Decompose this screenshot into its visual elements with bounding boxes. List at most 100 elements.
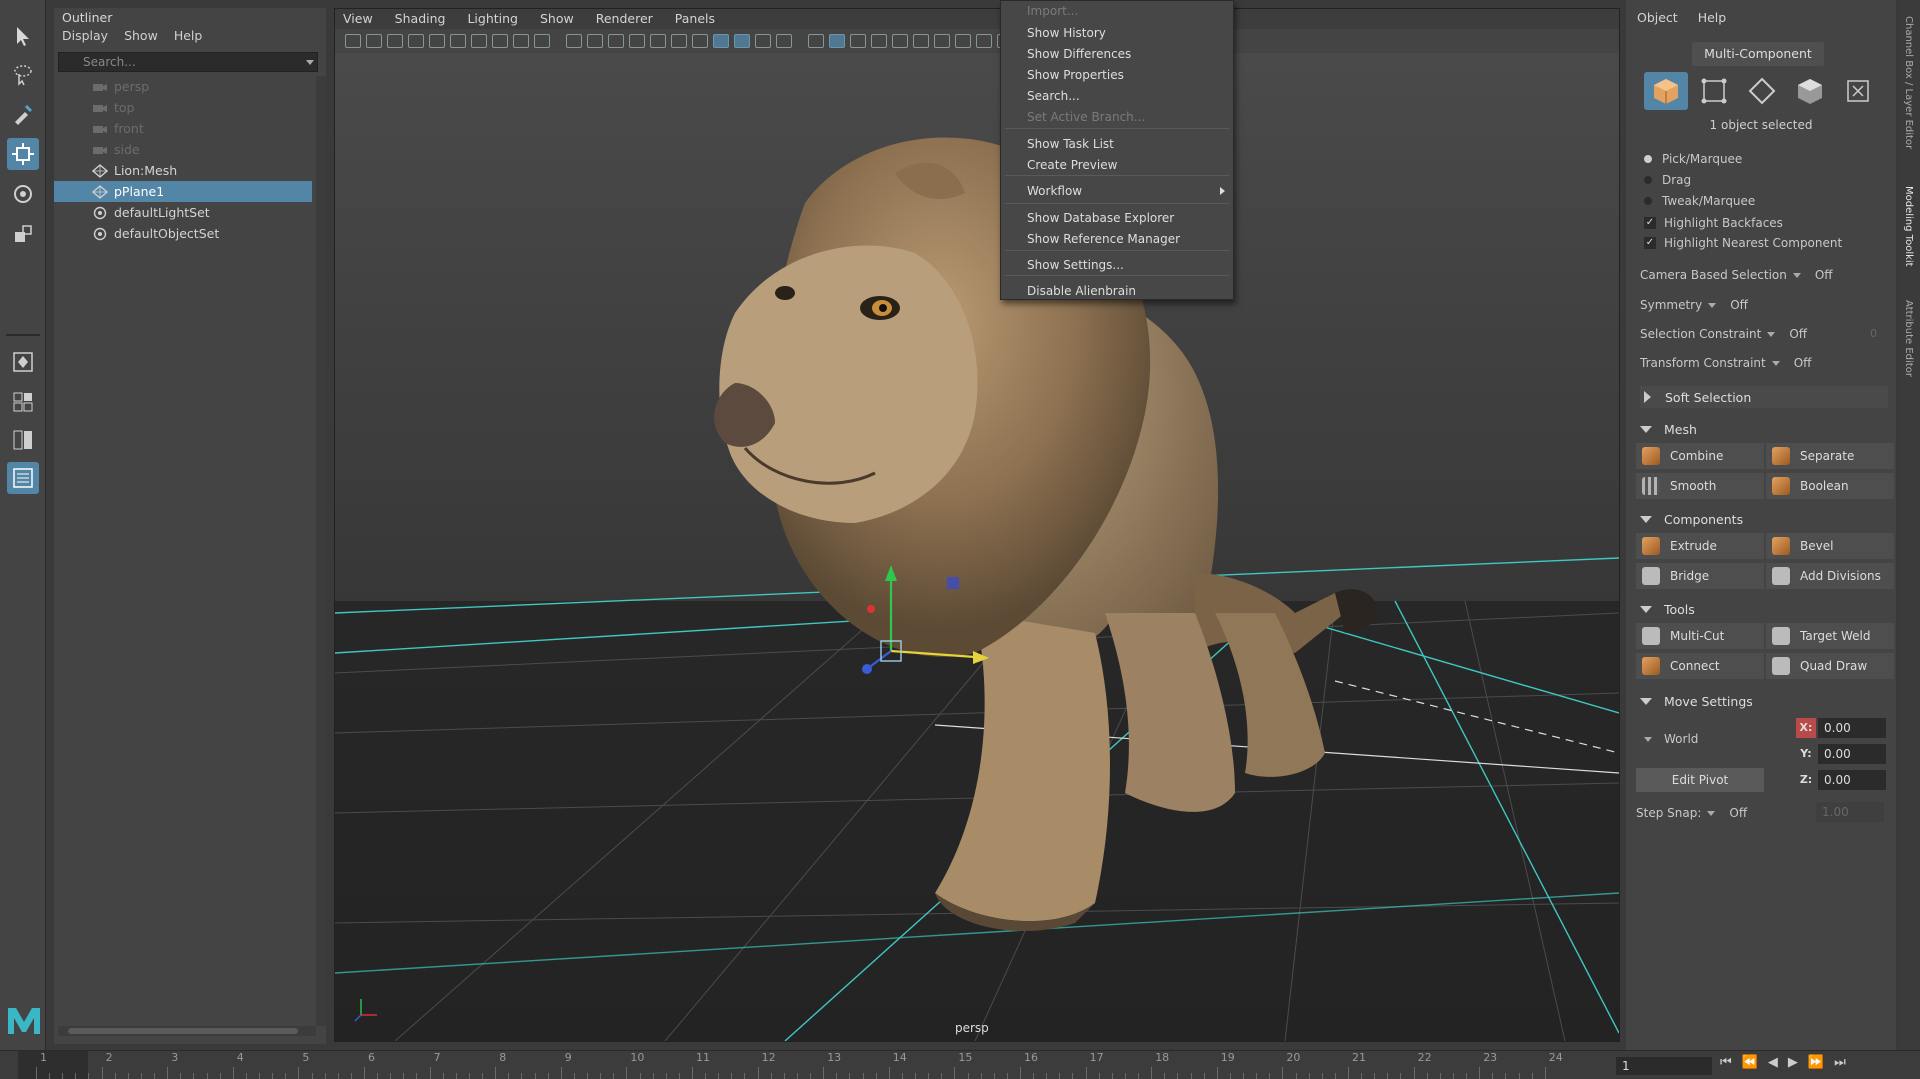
viewport-toolbar-icon[interactable] xyxy=(776,34,792,48)
outliner-item[interactable]: side xyxy=(54,139,312,160)
menu-item-show-properties[interactable]: Show Properties xyxy=(1001,65,1233,85)
viewport-panel[interactable]: View Shading Lighting Show Renderer Pane… xyxy=(334,8,1620,1042)
time-slider[interactable]: 1 2 3 4 5 6 7 8 9 10 11 12 13 14 15 16 17 18 19 20 21 22 23 24 … xyxy=(0,1050,1920,1079)
viewport-menu-lighting[interactable]: Lighting xyxy=(467,11,518,26)
viewport-menu-panels[interactable]: Panels xyxy=(675,11,715,26)
menu-item-show-history[interactable]: Show History xyxy=(1001,23,1233,43)
quad-draw-button[interactable]: Quad Draw xyxy=(1766,653,1894,679)
menu-item-show-database-explorer[interactable]: Show Database Explorer xyxy=(1001,208,1233,228)
rotate-tool-icon[interactable] xyxy=(7,178,39,210)
step-back-frame-icon[interactable]: ◀ xyxy=(1768,1055,1778,1070)
menu-item-search[interactable]: Search... xyxy=(1001,86,1233,106)
mesh-section[interactable]: Mesh xyxy=(1640,418,1888,440)
tweak-marquee-option[interactable]: Tweak/Marquee xyxy=(1644,192,1755,210)
menu-item-create-preview[interactable]: Create Preview xyxy=(1001,155,1233,175)
viewport-toolbar-icon[interactable] xyxy=(513,34,529,48)
move-tool-icon[interactable] xyxy=(7,138,39,170)
tab-attribute-editor[interactable]: Attribute Editor xyxy=(1903,300,1914,377)
radio-dot[interactable] xyxy=(1644,176,1652,184)
radio-dot[interactable] xyxy=(1644,155,1652,163)
radio-dot[interactable] xyxy=(1644,197,1652,205)
outliner-menu-display[interactable]: Display xyxy=(62,28,108,43)
viewport-toolbar-icon[interactable] xyxy=(829,34,845,48)
menu-item-show-differences[interactable]: Show Differences xyxy=(1001,44,1233,64)
z-value-field[interactable]: 0.00 xyxy=(1818,770,1886,790)
layout-two-icon[interactable] xyxy=(7,424,39,456)
viewport-toolbar-icon[interactable] xyxy=(534,34,550,48)
expand-arrow-icon[interactable] xyxy=(1644,391,1651,403)
menu-item-show-task-list[interactable]: Show Task List xyxy=(1001,134,1233,154)
chevron-down-icon[interactable] xyxy=(1792,272,1801,278)
collapse-arrow-icon[interactable] xyxy=(1640,425,1652,433)
separate-button[interactable]: Separate xyxy=(1766,443,1894,469)
go-to-end-icon[interactable]: ⏭ xyxy=(1834,1055,1846,1070)
extrude-button[interactable]: Extrude xyxy=(1636,533,1764,559)
checkmark-icon[interactable]: ✓ xyxy=(1644,237,1656,249)
constraint-value-field[interactable]: 0 xyxy=(1870,327,1877,340)
combine-button[interactable]: Combine xyxy=(1636,443,1764,469)
step-back-key-icon[interactable]: ⏪ xyxy=(1742,1055,1758,1070)
uv-icon[interactable] xyxy=(1836,72,1880,110)
camera-based-selection-dropdown[interactable]: Camera Based Selection Off xyxy=(1640,266,1833,284)
viewport-toolbar-icon[interactable] xyxy=(692,34,708,48)
viewport-toolbar-icon[interactable] xyxy=(608,34,624,48)
highlight-nearest-checkbox[interactable]: ✓ Highlight Nearest Component xyxy=(1644,234,1842,252)
add-divisions-button[interactable]: Add Divisions xyxy=(1766,563,1894,589)
multi-component-button[interactable]: Multi-Component xyxy=(1692,42,1824,66)
paint-select-tool-icon[interactable] xyxy=(7,98,39,130)
menu-item-show-settings[interactable]: Show Settings... xyxy=(1001,255,1233,275)
outliner-item[interactable]: front xyxy=(54,118,312,139)
viewport-toolbar-icon[interactable] xyxy=(734,34,750,48)
soft-selection-section[interactable]: Soft Selection xyxy=(1640,386,1888,408)
highlight-backfaces-checkbox[interactable]: ✓ Highlight Backfaces xyxy=(1644,214,1783,232)
menu-item-disable-alienbrain[interactable]: Disable Alienbrain xyxy=(1001,281,1233,301)
drag-option[interactable]: Drag xyxy=(1644,171,1691,189)
viewport-toolbar-icon[interactable] xyxy=(408,34,424,48)
outliner-item[interactable]: defaultLightSet xyxy=(54,202,312,223)
viewport-toolbar-icon[interactable] xyxy=(429,34,445,48)
viewport-toolbar-icon[interactable] xyxy=(492,34,508,48)
go-to-start-icon[interactable]: ⏮ xyxy=(1720,1055,1732,1070)
checkmark-icon[interactable]: ✓ xyxy=(1644,217,1656,229)
outliner-item[interactable]: defaultObjectSet xyxy=(54,223,312,244)
viewport-toolbar-icon[interactable] xyxy=(629,34,645,48)
outliner-vertical-scrollbar[interactable] xyxy=(316,76,326,1026)
tools-section[interactable]: Tools xyxy=(1640,598,1888,620)
x-value-field[interactable]: 0.00 xyxy=(1818,718,1886,738)
transform-constraint-dropdown[interactable]: Transform Constraint Off xyxy=(1640,354,1811,372)
chevron-down-icon[interactable] xyxy=(1707,810,1716,816)
move-settings-section[interactable]: Move Settings xyxy=(1640,690,1888,712)
viewport-menu-shading[interactable]: Shading xyxy=(395,11,446,26)
viewport-toolbar-icon[interactable] xyxy=(587,34,603,48)
outliner-menu-show[interactable]: Show xyxy=(124,28,158,43)
viewport-toolbar-icon[interactable] xyxy=(566,34,582,48)
chevron-down-icon[interactable] xyxy=(1644,736,1652,742)
viewport-toolbar-icon[interactable] xyxy=(934,34,950,48)
layout-four-icon[interactable] xyxy=(7,386,39,418)
viewport-toolbar-icon[interactable] xyxy=(955,34,971,48)
space-dropdown[interactable]: World xyxy=(1638,728,1768,750)
viewport-toolbar-icon[interactable] xyxy=(345,34,361,48)
layout-single-icon[interactable] xyxy=(7,346,39,378)
target-weld-button[interactable]: Target Weld xyxy=(1766,623,1894,649)
chevron-down-icon[interactable] xyxy=(1767,331,1776,337)
viewport-toolbar-icon[interactable] xyxy=(671,34,687,48)
bevel-button[interactable]: Bevel xyxy=(1766,533,1894,559)
components-section[interactable]: Components xyxy=(1640,508,1888,530)
viewport-toolbar-icon[interactable] xyxy=(871,34,887,48)
viewport-toolbar-icon[interactable] xyxy=(650,34,666,48)
step-forward-key-icon[interactable]: ⏩ xyxy=(1808,1055,1824,1070)
chevron-down-icon[interactable] xyxy=(1708,302,1717,308)
time-ruler[interactable]: 1 2 3 4 5 6 7 8 9 10 11 12 13 14 15 16 17 18 19 20 21 22 23 24 xyxy=(20,1051,1600,1079)
viewport-menu-view[interactable]: View xyxy=(343,11,373,26)
edit-pivot-button[interactable]: Edit Pivot xyxy=(1636,768,1764,792)
search-dropdown-icon[interactable] xyxy=(306,60,314,65)
viewport-toolbar-icon[interactable] xyxy=(892,34,908,48)
chevron-down-icon[interactable] xyxy=(1771,360,1780,366)
viewport-toolbar-icon[interactable] xyxy=(387,34,403,48)
outliner-item[interactable]: pPlane1 xyxy=(54,181,312,202)
bridge-button[interactable]: Bridge xyxy=(1636,563,1764,589)
multi-cut-button[interactable]: Multi-Cut xyxy=(1636,623,1764,649)
viewport-toolbar-icon[interactable] xyxy=(850,34,866,48)
collapse-arrow-icon[interactable] xyxy=(1640,605,1652,613)
